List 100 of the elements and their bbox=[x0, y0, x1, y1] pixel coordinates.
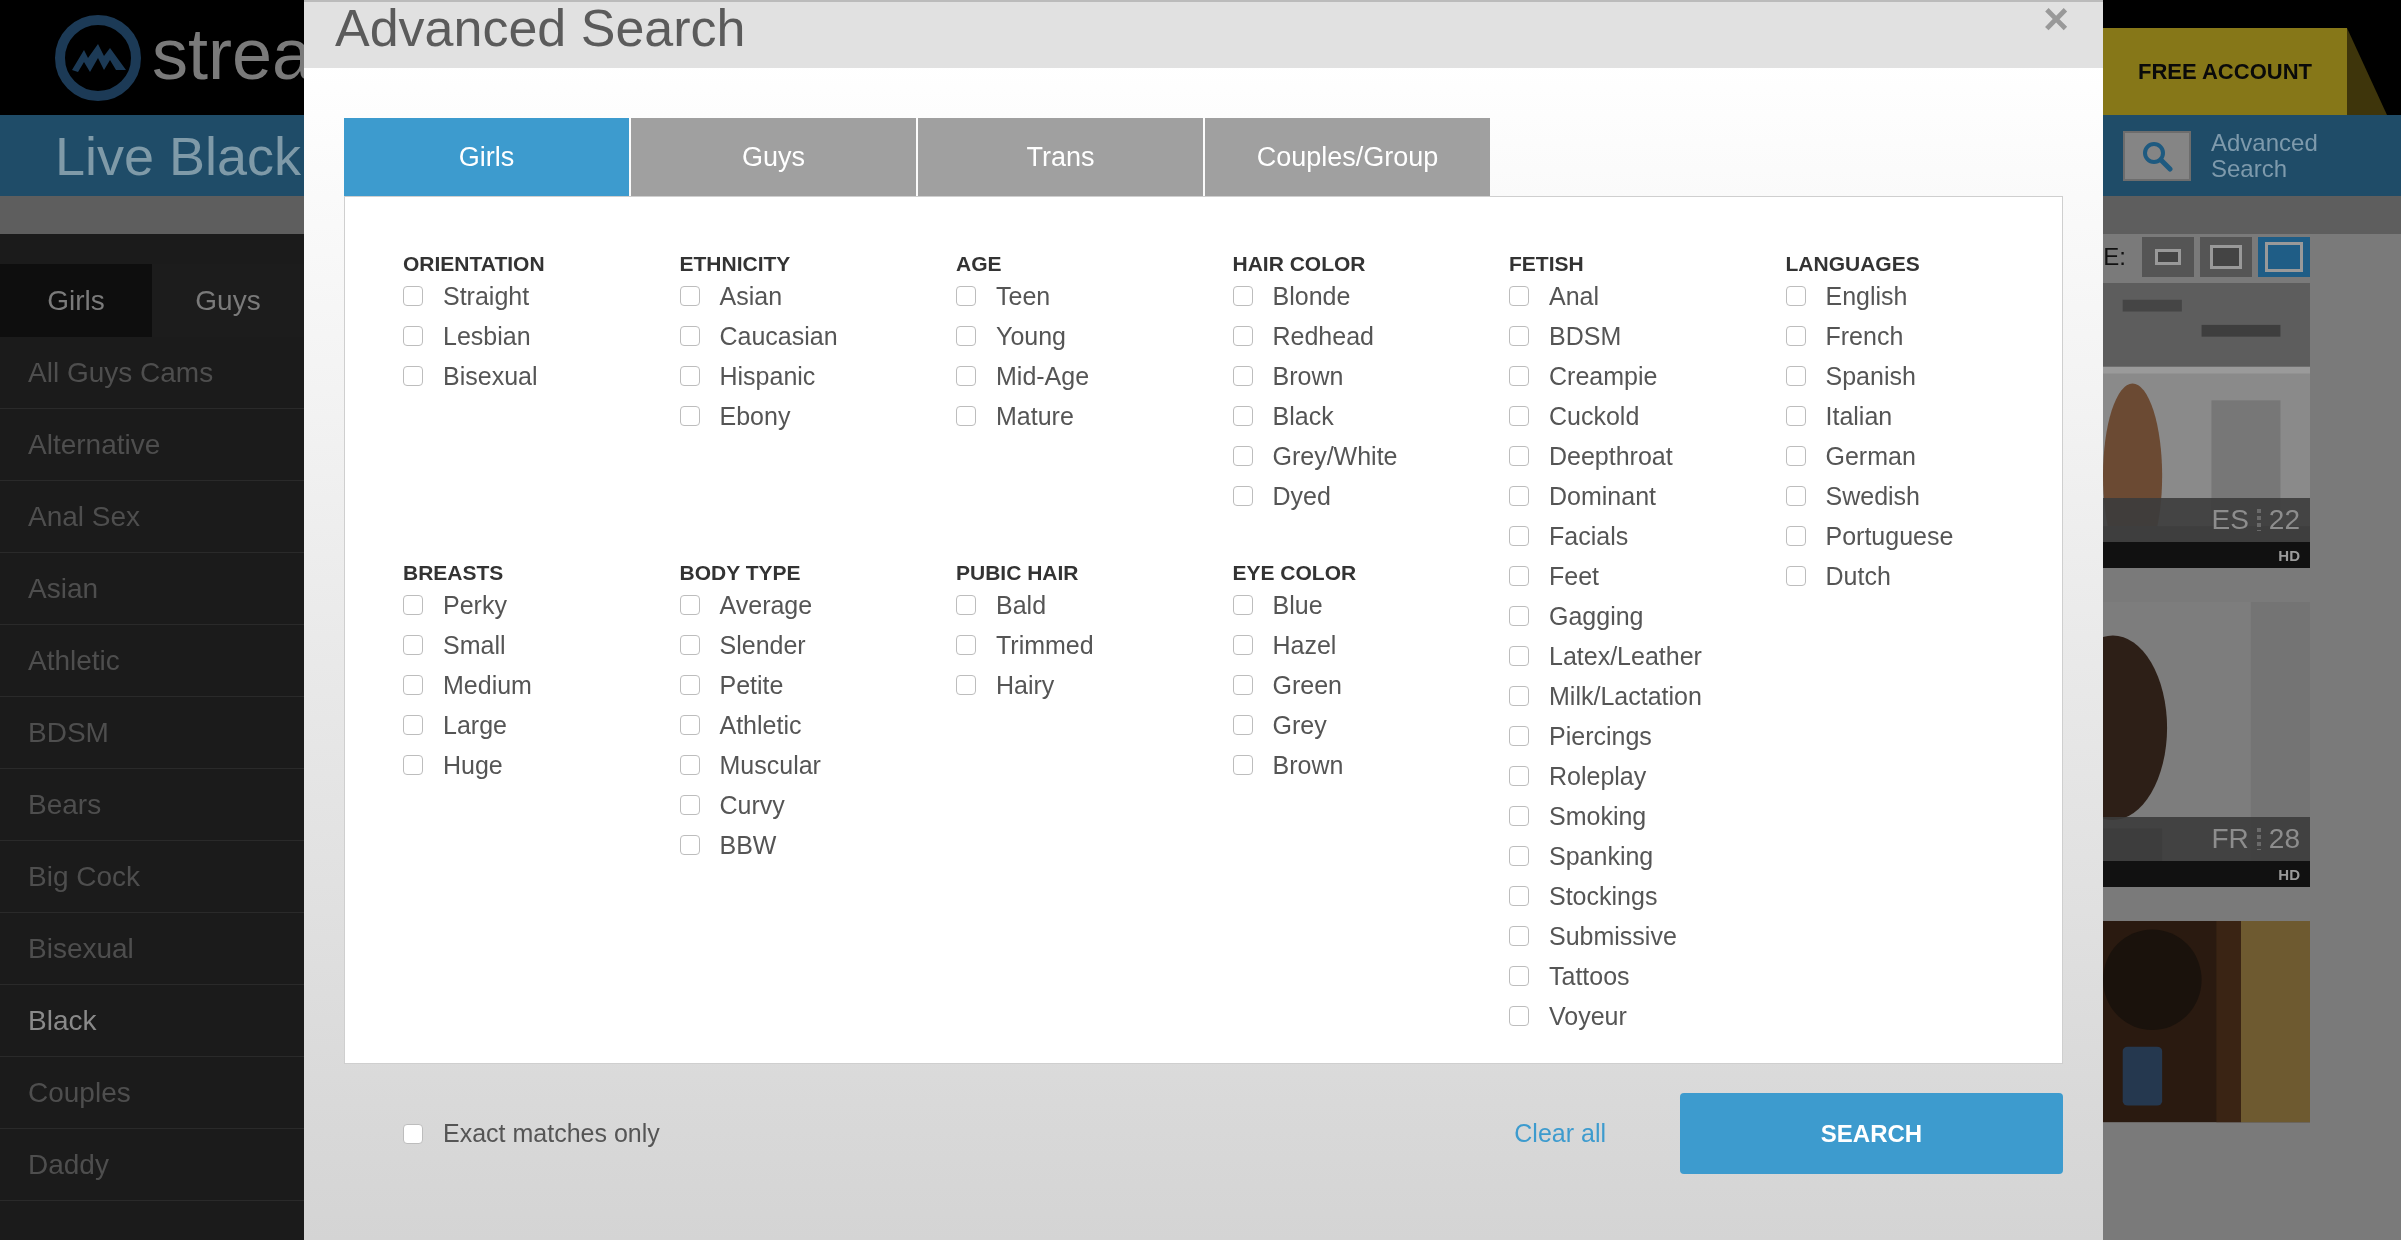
checkbox[interactable] bbox=[1785, 286, 1806, 306]
checkbox[interactable] bbox=[1785, 326, 1806, 346]
checkbox[interactable] bbox=[679, 715, 700, 735]
option-label[interactable]: Gagging bbox=[1549, 601, 1644, 631]
checkbox[interactable] bbox=[403, 715, 423, 735]
option-label[interactable]: Stockings bbox=[1549, 881, 1658, 911]
checkbox[interactable] bbox=[1785, 566, 1806, 586]
checkbox[interactable] bbox=[679, 406, 700, 426]
option-label[interactable]: Dominant bbox=[1549, 481, 1656, 511]
size-option[interactable] bbox=[2258, 237, 2310, 277]
search-button[interactable] bbox=[2123, 130, 2191, 181]
checkbox[interactable] bbox=[403, 595, 423, 615]
option-label[interactable]: Hazel bbox=[1272, 630, 1337, 660]
checkbox[interactable] bbox=[1232, 446, 1253, 466]
option-label[interactable]: Feet bbox=[1549, 561, 1600, 591]
option-label[interactable]: Lesbian bbox=[443, 321, 531, 351]
checkbox[interactable] bbox=[1232, 486, 1253, 506]
checkbox[interactable] bbox=[1509, 966, 1529, 986]
checkbox[interactable] bbox=[1509, 926, 1529, 946]
option-label[interactable]: Bisexual bbox=[443, 361, 538, 391]
checkbox[interactable] bbox=[956, 406, 976, 426]
option-label[interactable]: Latex/Leather bbox=[1549, 641, 1702, 671]
option-label[interactable]: Petite bbox=[719, 670, 784, 700]
option-label[interactable]: Mid-Age bbox=[996, 361, 1090, 391]
checkbox[interactable] bbox=[1509, 606, 1529, 626]
checkbox[interactable] bbox=[1509, 326, 1529, 346]
option-label[interactable]: Straight bbox=[443, 281, 530, 311]
checkbox[interactable] bbox=[956, 326, 976, 346]
checkbox[interactable] bbox=[679, 326, 700, 346]
option-label[interactable]: Medium bbox=[443, 670, 532, 700]
checkbox[interactable] bbox=[679, 286, 700, 306]
checkbox[interactable] bbox=[1509, 486, 1529, 506]
option-label[interactable]: Trimmed bbox=[996, 630, 1094, 660]
option-label[interactable]: Voyeur bbox=[1549, 1001, 1627, 1031]
checkbox[interactable] bbox=[403, 366, 423, 386]
checkbox[interactable] bbox=[956, 675, 976, 695]
checkbox[interactable] bbox=[1509, 766, 1529, 786]
checkbox[interactable] bbox=[1232, 326, 1253, 346]
option-label[interactable]: Asian bbox=[719, 281, 783, 311]
checkbox[interactable] bbox=[1785, 446, 1806, 466]
checkbox[interactable] bbox=[1509, 446, 1529, 466]
option-label[interactable]: Cuckold bbox=[1549, 401, 1640, 431]
checkbox[interactable] bbox=[1509, 686, 1529, 706]
option-label[interactable]: Blonde bbox=[1272, 281, 1351, 311]
checkbox[interactable] bbox=[1509, 1006, 1529, 1026]
checkbox[interactable] bbox=[679, 835, 700, 855]
option-label[interactable]: Anal bbox=[1549, 281, 1600, 311]
checkbox[interactable] bbox=[403, 635, 423, 655]
option-label[interactable]: Grey/White bbox=[1272, 441, 1398, 471]
option-label[interactable]: Ebony bbox=[719, 401, 791, 431]
option-label[interactable]: Exact matches only bbox=[443, 1119, 660, 1148]
checkbox[interactable] bbox=[1232, 635, 1253, 655]
option-label[interactable]: Facials bbox=[1549, 521, 1629, 551]
option-label[interactable]: Portuguese bbox=[1825, 521, 1954, 551]
option-label[interactable]: Hairy bbox=[996, 670, 1055, 700]
checkbox[interactable] bbox=[1232, 286, 1253, 306]
option-label[interactable]: Tattoos bbox=[1549, 961, 1630, 991]
option-label[interactable]: Large bbox=[443, 710, 507, 740]
option-label[interactable]: Roleplay bbox=[1549, 761, 1647, 791]
option-label[interactable]: Average bbox=[719, 590, 813, 620]
option-label[interactable]: French bbox=[1825, 321, 1904, 351]
checkbox[interactable] bbox=[1509, 366, 1529, 386]
option-label[interactable]: Small bbox=[443, 630, 506, 660]
checkbox[interactable] bbox=[1232, 755, 1253, 775]
checkbox[interactable] bbox=[1509, 726, 1529, 746]
option-label[interactable]: Deepthroat bbox=[1549, 441, 1673, 471]
checkbox[interactable] bbox=[679, 366, 700, 386]
option-label[interactable]: Blue bbox=[1272, 590, 1323, 620]
checkbox[interactable] bbox=[403, 675, 423, 695]
option-label[interactable]: Milk/Lactation bbox=[1549, 681, 1702, 711]
option-label[interactable]: Submissive bbox=[1549, 921, 1677, 951]
option-label[interactable]: Black bbox=[1272, 401, 1334, 431]
option-label[interactable]: Curvy bbox=[719, 790, 785, 820]
option-label[interactable]: BBW bbox=[719, 830, 777, 860]
option-label[interactable]: Hispanic bbox=[719, 361, 816, 391]
option-label[interactable]: Grey bbox=[1272, 710, 1327, 740]
option-label[interactable]: Spanish bbox=[1825, 361, 1916, 391]
checkbox[interactable] bbox=[1509, 846, 1529, 866]
checkbox[interactable] bbox=[1509, 526, 1529, 546]
checkbox[interactable] bbox=[403, 286, 423, 306]
checkbox[interactable] bbox=[1509, 566, 1529, 586]
option-label[interactable]: Slender bbox=[719, 630, 806, 660]
checkbox[interactable] bbox=[1232, 715, 1253, 735]
option-label[interactable]: Smoking bbox=[1549, 801, 1647, 831]
checkbox[interactable] bbox=[679, 635, 700, 655]
option-label[interactable]: Huge bbox=[443, 750, 503, 780]
option-label[interactable]: Teen bbox=[996, 281, 1051, 311]
option-label[interactable]: Caucasian bbox=[719, 321, 838, 351]
option-label[interactable]: Young bbox=[996, 321, 1066, 351]
checkbox[interactable] bbox=[403, 755, 423, 775]
checkbox[interactable] bbox=[1509, 886, 1529, 906]
option-label[interactable]: Muscular bbox=[719, 750, 821, 780]
option-label[interactable]: Swedish bbox=[1825, 481, 1920, 511]
option-label[interactable]: Mature bbox=[996, 401, 1074, 431]
checkbox[interactable] bbox=[1785, 406, 1806, 426]
checkbox[interactable] bbox=[1509, 406, 1529, 426]
option-label[interactable]: Redhead bbox=[1272, 321, 1374, 351]
option-label[interactable]: Brown bbox=[1272, 750, 1344, 780]
option-label[interactable]: English bbox=[1825, 281, 1908, 311]
option-label[interactable]: Perky bbox=[443, 590, 507, 620]
